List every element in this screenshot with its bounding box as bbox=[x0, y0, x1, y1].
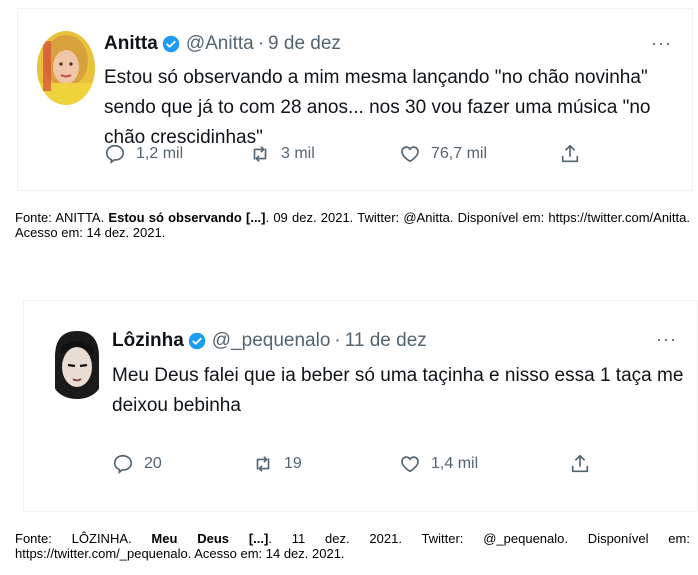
author-handle[interactable]: @Anitta bbox=[186, 33, 254, 55]
author-handle[interactable]: @_pequenalo bbox=[212, 330, 331, 352]
retweet-icon bbox=[256, 456, 270, 472]
reply-count: 20 bbox=[144, 455, 162, 472]
source-caption: Fonte: ANITTA. Estou só observando [...]… bbox=[15, 210, 690, 240]
tweet-card-lozinha[interactable]: Lôzinha @_pequenalo · 11 de dez ··· Meu … bbox=[23, 300, 698, 512]
reply-button[interactable]: 1,2 mil bbox=[104, 143, 249, 165]
share-icon bbox=[561, 144, 579, 163]
verified-badge-icon bbox=[162, 35, 180, 53]
share-button[interactable] bbox=[559, 143, 591, 165]
tweet-actions: 20 19 1,4 mil bbox=[112, 453, 601, 475]
verified-badge-icon bbox=[188, 332, 206, 350]
reply-count: 1,2 mil bbox=[136, 145, 184, 162]
tweet-actions: 1,2 mil 3 mil 76,7 mil bbox=[104, 143, 591, 165]
tweet-date[interactable]: 11 de dez bbox=[345, 330, 427, 352]
reply-icon bbox=[105, 144, 125, 165]
share-button[interactable] bbox=[569, 453, 601, 475]
separator-dot: · bbox=[334, 330, 341, 351]
author-name[interactable]: Lôzinha bbox=[112, 330, 184, 352]
tweet-card-anitta[interactable]: Anitta @Anitta · 9 de dez ··· Estou só o… bbox=[17, 8, 693, 191]
tweet-text: Meu Deus falei que ia beber só uma taçin… bbox=[112, 365, 684, 416]
caption-title: Estou só observando [...] bbox=[108, 210, 266, 225]
tweet-text: Estou só observando a mim mesma lançando… bbox=[104, 67, 651, 148]
tweet-header: Anitta @Anitta · 9 de dez bbox=[104, 33, 341, 55]
reply-icon bbox=[113, 454, 133, 475]
retweet-icon bbox=[253, 146, 267, 162]
like-button[interactable]: 1,4 mil bbox=[399, 453, 569, 475]
like-count: 76,7 mil bbox=[431, 145, 488, 162]
caption-prefix: Fonte: LÔZINHA. bbox=[15, 531, 152, 546]
author-name[interactable]: Anitta bbox=[104, 33, 158, 55]
like-icon bbox=[401, 146, 419, 163]
caption-prefix: Fonte: ANITTA. bbox=[15, 210, 109, 225]
separator-dot: · bbox=[257, 33, 265, 54]
caption-title: Meu Deus [...] bbox=[151, 531, 269, 546]
like-button[interactable]: 76,7 mil bbox=[399, 143, 559, 165]
more-icon[interactable]: ··· bbox=[651, 33, 672, 54]
like-icon bbox=[401, 456, 419, 473]
like-count: 1,4 mil bbox=[431, 455, 479, 472]
reply-button[interactable]: 20 bbox=[112, 453, 252, 475]
avatar[interactable] bbox=[51, 327, 103, 407]
avatar[interactable] bbox=[37, 31, 95, 105]
more-icon[interactable]: ··· bbox=[656, 329, 677, 350]
retweet-button[interactable]: 19 bbox=[252, 453, 399, 475]
tweet-header: Lôzinha @_pequenalo · 11 de dez bbox=[112, 330, 427, 352]
retweet-button[interactable]: 3 mil bbox=[249, 143, 399, 165]
retweet-count: 19 bbox=[284, 455, 302, 472]
tweet-date[interactable]: 9 de dez bbox=[268, 33, 341, 55]
source-caption: Fonte: LÔZINHA. Meu Deus [...]. 11 dez. … bbox=[15, 531, 690, 561]
retweet-count: 3 mil bbox=[281, 145, 315, 162]
share-icon bbox=[571, 454, 589, 473]
